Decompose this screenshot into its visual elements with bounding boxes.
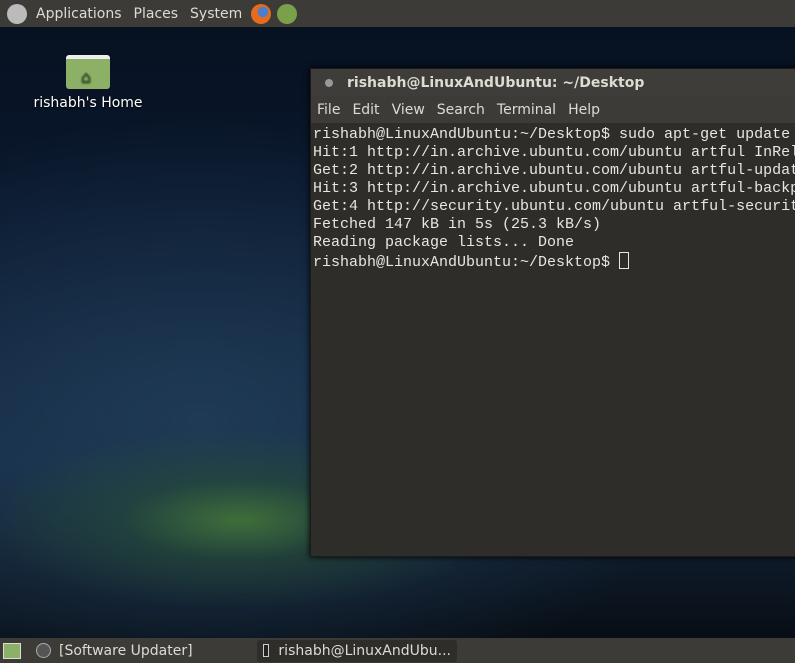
terminal-prompt: rishabh@LinuxAndUbuntu:~/Desktop$ [313,254,620,271]
menu-search[interactable]: Search [437,102,485,118]
bottom-panel: [Software Updater] rishabh@LinuxAndUbu..… [0,638,795,663]
terminal-title: rishabh@LinuxAndUbuntu: ~/Desktop [347,74,645,91]
updater-icon [36,643,51,658]
terminal-output[interactable]: rishabh@LinuxAndUbuntu:~/Desktop$ sudo a… [311,123,795,556]
menu-terminal[interactable]: Terminal [497,102,556,118]
terminal-icon [263,644,270,657]
menu-file[interactable]: File [317,102,340,118]
terminal-cursor [619,252,630,269]
terminal-line: rishabh@LinuxAndUbuntu:~/Desktop$ sudo a… [313,126,791,143]
menu-view[interactable]: View [392,102,425,118]
desktop-icon-home[interactable]: ⌂ rishabh's Home [30,55,146,111]
close-icon[interactable] [325,78,333,87]
menu-system[interactable]: System [184,6,248,22]
home-icon-label: rishabh's Home [33,95,143,111]
show-desktop-icon[interactable] [3,642,21,659]
terminal-line: Fetched 147 kB in 5s (25.3 kB/s) [313,216,602,233]
terminal-menubar: File Edit View Search Terminal Help [311,96,795,123]
home-folder-icon: ⌂ [66,55,110,89]
task-label: rishabh@LinuxAndUbu... [278,642,451,659]
terminal-line: Hit:1 http://in.archive.ubuntu.com/ubunt… [313,144,795,161]
task-terminal[interactable]: rishabh@LinuxAndUbu... [257,639,457,662]
menu-applications[interactable]: Applications [30,6,128,22]
terminal-line: Get:2 http://in.archive.ubuntu.com/ubunt… [313,162,795,179]
terminal-line: Reading package lists... Done [313,234,575,251]
top-panel: Applications Places System [0,0,795,27]
terminal-window: rishabh@LinuxAndUbuntu: ~/Desktop File E… [310,68,795,557]
terminal-line: Hit:3 http://in.archive.ubuntu.com/ubunt… [313,180,795,197]
menu-help[interactable]: Help [568,102,600,118]
ubuntu-software-icon[interactable] [277,3,298,24]
firefox-icon[interactable] [251,3,272,24]
menu-places[interactable]: Places [128,6,185,22]
task-software-updater[interactable]: [Software Updater] [27,640,257,662]
menu-edit[interactable]: Edit [352,102,379,118]
menu-logo-icon[interactable] [7,3,27,24]
task-label: [Software Updater] [59,642,193,659]
terminal-titlebar[interactable]: rishabh@LinuxAndUbuntu: ~/Desktop [311,69,795,96]
terminal-line: Get:4 http://security.ubuntu.com/ubuntu … [313,198,795,215]
